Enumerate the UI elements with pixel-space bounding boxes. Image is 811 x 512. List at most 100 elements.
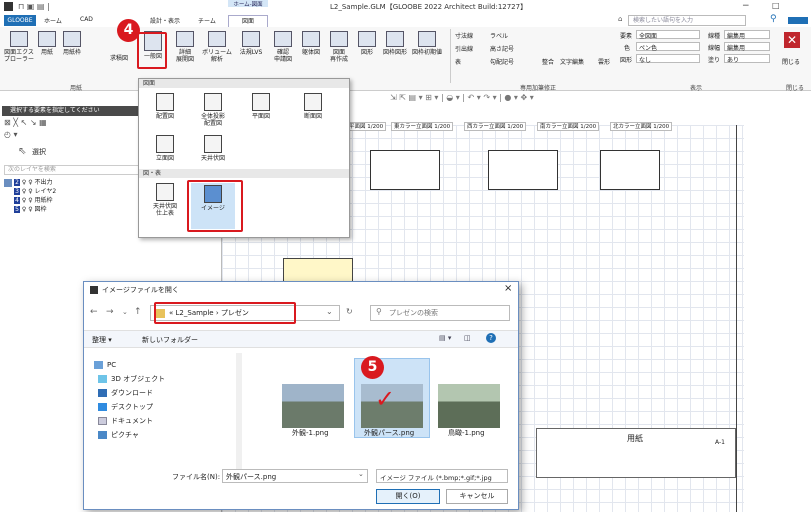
leader-button[interactable]: 引出線 — [455, 44, 473, 53]
filename-dropdown-icon[interactable]: ⌄ — [358, 470, 364, 478]
element-select[interactable]: 全図面 — [636, 30, 700, 40]
tab-cad[interactable]: CAD — [80, 16, 93, 23]
nav-scrollbar[interactable] — [236, 353, 242, 469]
view-mode-icon[interactable]: ▤ ▾ — [439, 334, 451, 342]
nav-item-pc[interactable]: PC — [94, 359, 116, 371]
tab-team[interactable]: チーム — [198, 16, 216, 25]
tab-home[interactable]: ホーム — [44, 16, 62, 25]
sheet-tab-south[interactable]: 南カラー立面図 1/200 — [537, 122, 600, 131]
file-name[interactable]: 外観-1.png — [292, 428, 329, 438]
nav-forward-icon[interactable]: → — [106, 307, 114, 317]
regenerate-label: 図面 再作成 — [329, 49, 348, 63]
menu-item-label: 平面図 — [251, 113, 270, 120]
nav-item-pictures[interactable]: ピクチャ — [98, 429, 139, 441]
layer-row[interactable]: 4 ♀ ♀ 用紙枠 — [14, 195, 53, 204]
sheet-tab-north[interactable]: 北カラー立面図 1/200 — [610, 122, 673, 131]
menu-item-ceiling-plan[interactable]: 天井伏図 — [191, 135, 235, 162]
dialog-search-input[interactable]: プレゼンの検索 — [370, 305, 510, 321]
sheet-tab-east[interactable]: 東カラー立面図 1/200 — [391, 122, 454, 131]
nav-back-icon[interactable]: ← — [90, 307, 98, 317]
volume-button[interactable]: ボリューム 解析 — [202, 31, 232, 63]
height-mark-button[interactable]: 高さ記号 — [490, 44, 514, 53]
snap-toolbar[interactable]: ⊠ ╳ ↖ ↘ ▦ — [4, 118, 47, 127]
label-button[interactable]: ラベル — [490, 31, 508, 40]
nav-up-icon[interactable]: ↑ — [134, 307, 142, 317]
view-toolbar[interactable]: ⇲ ⇱ ▤ ▾ ⊞ ▾ | ◒ ▾ | ↶ ▾ ↷ ▾ | ● ▾ ✥ ▾ — [390, 93, 810, 106]
context-tab-label: ホーム-図面 — [228, 0, 268, 8]
law-lvs-button[interactable]: 法規LVS — [236, 31, 266, 56]
file-thumbnail[interactable] — [282, 384, 344, 428]
account-badge[interactable] — [788, 17, 808, 24]
layer-row[interactable]: 5 ♀ ♀ 図枠 — [14, 204, 47, 213]
close-drawing-icon[interactable]: ✕ — [784, 32, 800, 48]
line-select[interactable]: 編集用 — [724, 30, 770, 40]
open-image-dialog: イメージファイルを開く × ← → ⌄ ↑ « L2_Sample › プレゼン… — [83, 281, 519, 510]
filename-input[interactable]: 外観パース.png — [222, 469, 368, 483]
help-icon[interactable]: ? — [486, 333, 496, 343]
nav-item-documents[interactable]: ドキュメント — [98, 415, 153, 427]
search-icon[interactable]: ⚲ — [770, 14, 777, 24]
paper-frame-button[interactable]: 用紙枠 — [60, 31, 84, 56]
slope-mark-button[interactable]: 勾配記号 — [490, 57, 514, 66]
confirm-apply-button[interactable]: 確認 申請図 — [270, 31, 296, 63]
frame-figure-button[interactable]: 図枠図形 — [382, 31, 408, 56]
select-label[interactable]: 選択 — [32, 147, 46, 157]
color-select[interactable]: ペン色 — [636, 42, 700, 52]
linewidth-select[interactable]: 編集用 — [724, 42, 770, 52]
help-icon[interactable]: ⌂ — [618, 15, 622, 23]
menu-item-elevation[interactable]: 立面図 — [143, 135, 187, 162]
align-button[interactable]: 整合 — [542, 57, 554, 66]
preview-pane-icon[interactable]: ◫ — [464, 334, 471, 342]
menu-item-floor-plan[interactable]: 平面図 — [239, 93, 283, 120]
refresh-icon[interactable]: ↻ — [346, 307, 353, 316]
figure-button[interactable]: 図形 — [354, 31, 380, 56]
frame-select[interactable]: なし — [636, 54, 700, 64]
layer-add-icon[interactable] — [4, 179, 12, 187]
paper-button[interactable]: 用紙 — [36, 31, 58, 56]
menu-item-site-plan[interactable]: 配置図 — [143, 93, 187, 120]
layer-row[interactable]: 2 ♀ ♀ 不出力 — [14, 177, 53, 186]
regenerate-button[interactable]: 図面 再作成 — [326, 31, 352, 63]
cloud-button[interactable]: 雲形 — [598, 57, 610, 66]
frame-default-button[interactable]: 図枠初期値 — [410, 31, 444, 56]
maximize-icon[interactable]: □ — [772, 1, 780, 10]
dimension-button[interactable]: 寸法線 — [455, 31, 473, 40]
filetype-select[interactable]: イメージ ファイル (*.bmp;*.gif;*.jpg — [376, 469, 508, 483]
open-button[interactable]: 開く(O) — [376, 489, 440, 504]
new-folder-button[interactable]: 新しいフォルダー — [142, 335, 198, 345]
detail-button[interactable]: 詳細 展開図 — [172, 31, 198, 63]
search-input[interactable]: 検索したい語句を入力 — [628, 15, 746, 26]
dialog-close-icon[interactable]: × — [504, 283, 512, 294]
sheet-tab-plan[interactable]: 平面図 1/200 — [346, 122, 387, 131]
nav-item-downloads[interactable]: ダウンロード — [98, 387, 153, 399]
nav-item-3d-objects[interactable]: 3D オブジェクト — [98, 373, 165, 385]
mode-toolbar[interactable]: ◴ ▾ — [4, 130, 18, 139]
nav-recent-icon[interactable]: ⌄ — [122, 308, 128, 316]
path-dropdown-icon[interactable]: ⌄ — [326, 307, 333, 316]
file-name[interactable]: 鳥瞰-1.png — [448, 428, 485, 438]
drawing-explorer-button[interactable]: 図面エクス プローラー — [4, 31, 34, 63]
area-calc-button[interactable]: 求積図 — [104, 55, 134, 62]
menu-item-ceiling-finish-table[interactable]: 天井伏図 仕上表 — [143, 183, 187, 217]
nav-item-desktop[interactable]: デスクトップ — [98, 401, 153, 413]
fill-select[interactable]: あり — [724, 54, 770, 64]
quick-access-icons[interactable]: ⊓ ▣ ▤ | — [18, 2, 50, 11]
sheet-border — [736, 125, 737, 512]
cancel-button[interactable]: キャンセル — [446, 489, 508, 504]
menu-item-projected-site-plan[interactable]: 全体投影 配置図 — [191, 93, 235, 127]
text-edit-button[interactable]: 文字編集 — [560, 57, 584, 66]
title-bar: ⊓ ▣ ▤ | ホーム-図面 L2_Sample.GLM【GLOOBE 2022… — [0, 0, 811, 14]
minimize-icon[interactable]: − — [742, 1, 750, 11]
sheet-tab-west[interactable]: 西カラー立面図 1/200 — [464, 122, 527, 131]
organize-button[interactable]: 整理 ▾ — [92, 335, 112, 345]
table-button[interactable]: 表 — [455, 57, 461, 66]
tab-drawing[interactable]: 図面 — [228, 15, 268, 27]
tab-gloobe[interactable]: GLOOBE — [4, 15, 36, 26]
tab-design-view[interactable]: 設計・表示 — [150, 16, 180, 25]
close-drawing-label[interactable]: 閉じる — [782, 57, 800, 66]
menu-item-section[interactable]: 断面図 — [291, 93, 335, 120]
file-thumbnail[interactable] — [438, 384, 500, 428]
layer-row[interactable]: 3 ♀ ♀ レイヤ2 — [14, 186, 56, 195]
frame-structure-button[interactable]: 躯体図 — [298, 31, 324, 56]
file-name[interactable]: 外観パース.png — [364, 428, 414, 438]
